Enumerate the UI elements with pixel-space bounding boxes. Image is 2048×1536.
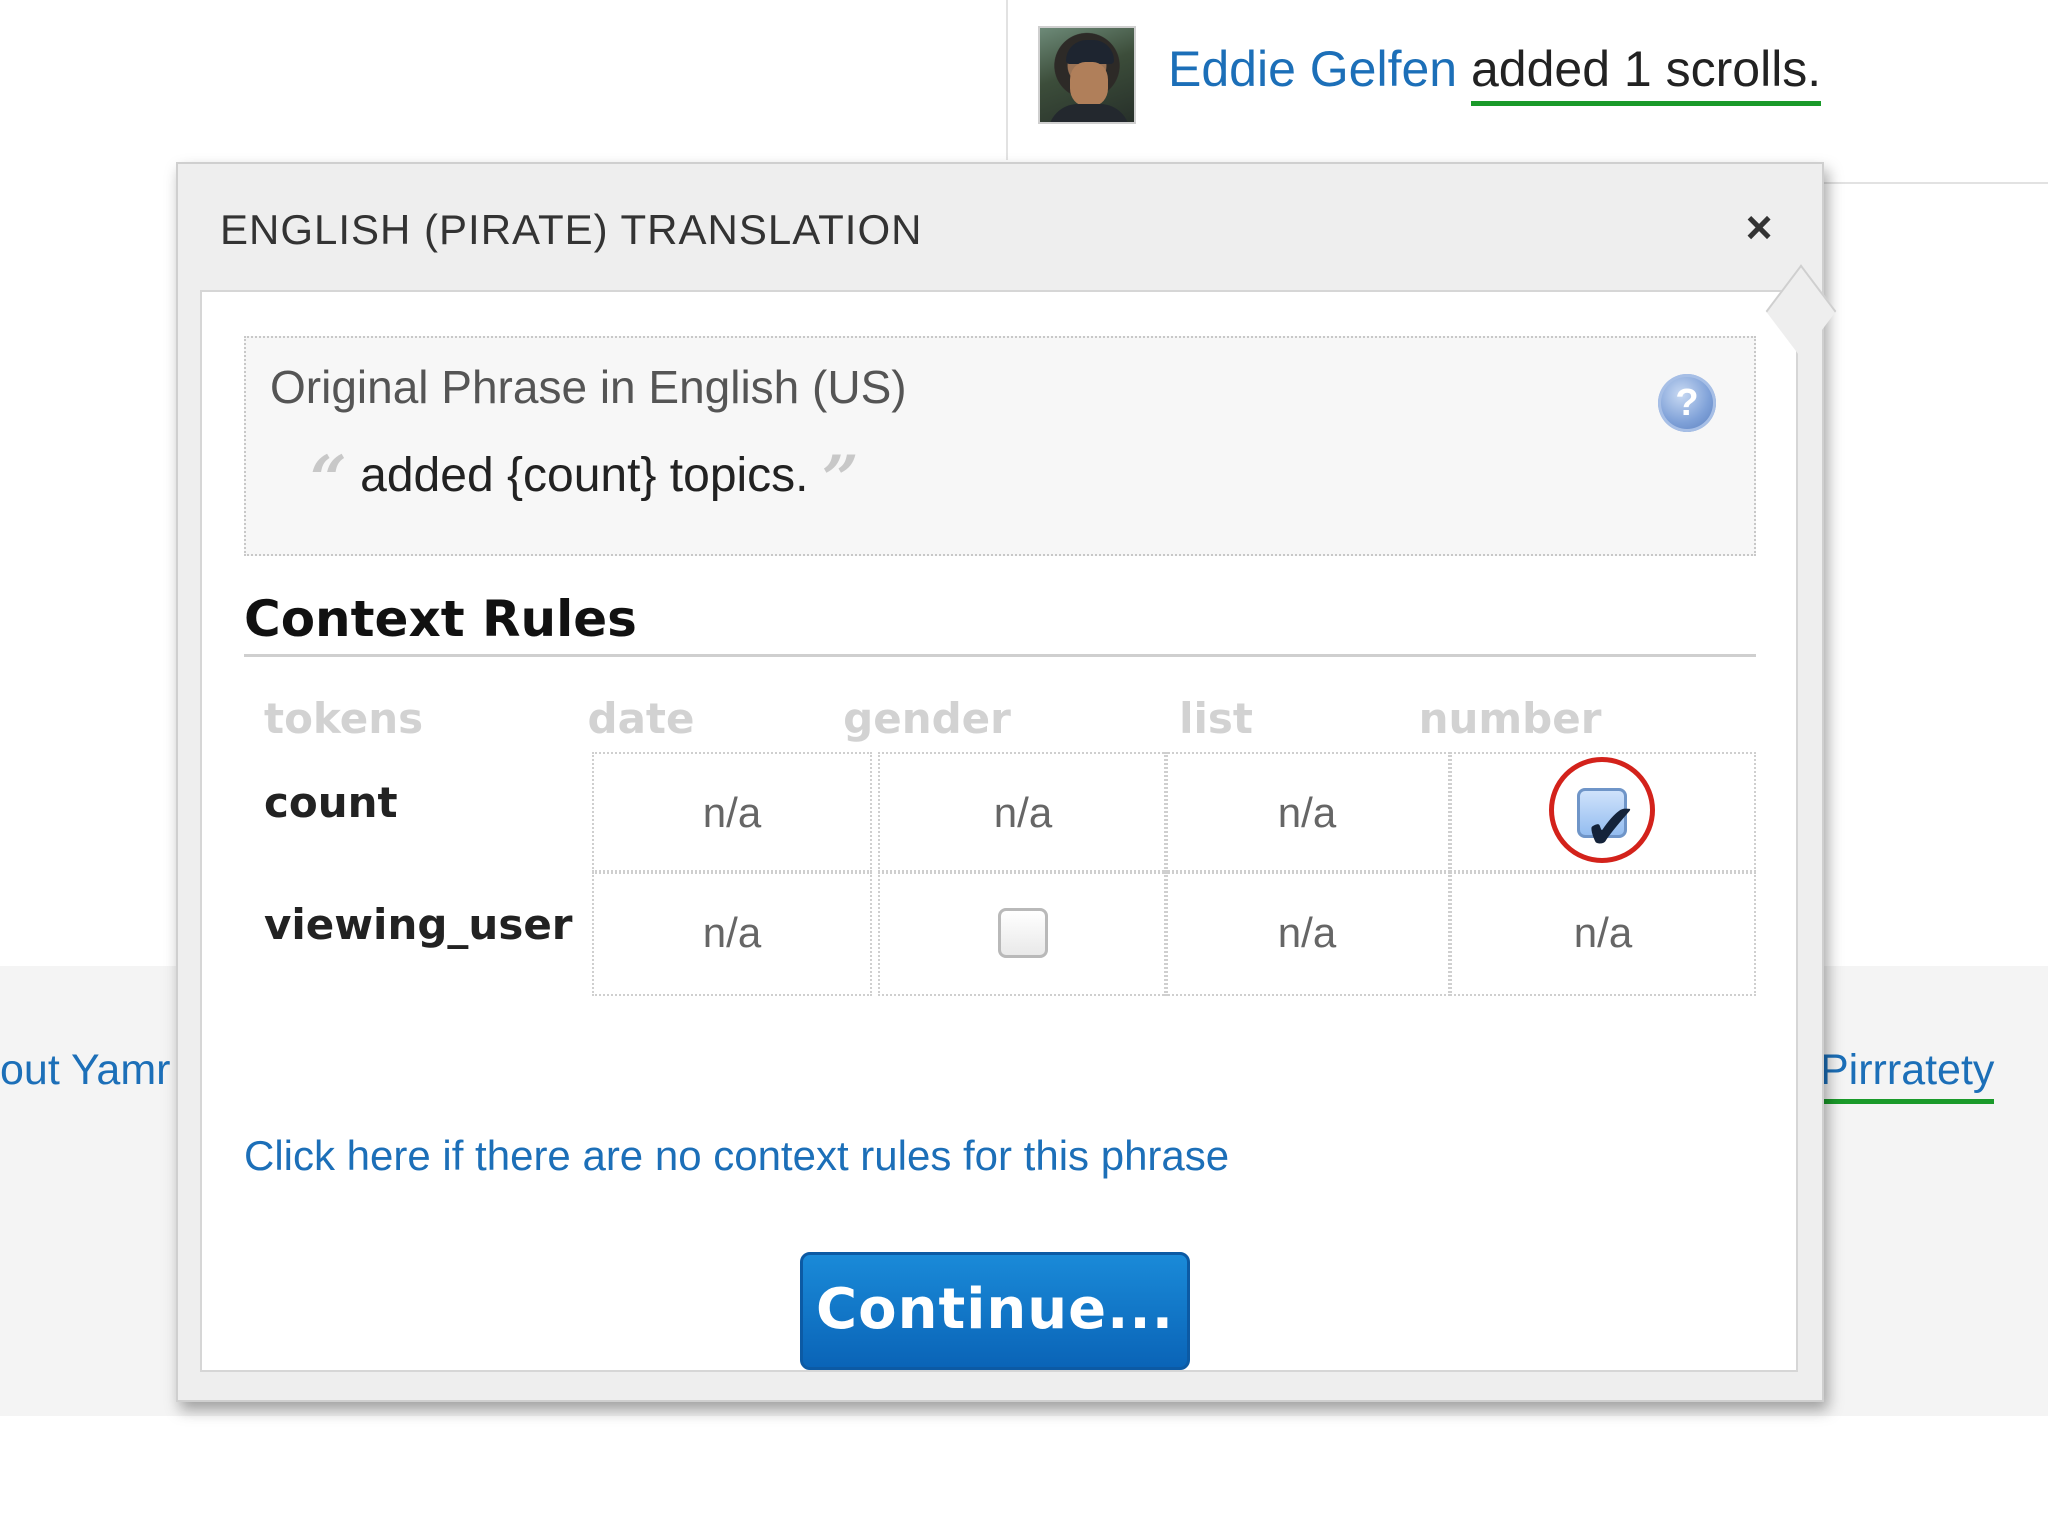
column-header-date: date (587, 694, 695, 743)
open-quote-icon: “ (310, 442, 347, 517)
column-header-tokens: tokens (264, 694, 424, 743)
checkmark-icon: ✔ (1584, 791, 1638, 865)
phrase-heading: Original Phrase in English (US) (270, 361, 907, 413)
cell-viewing-user-date: n/a (592, 872, 872, 996)
gender-rule-checkbox[interactable] (998, 908, 1048, 958)
column-header-number: number (1418, 694, 1602, 743)
avatar[interactable] (1038, 26, 1136, 124)
context-rules-heading: Context Rules (244, 590, 1756, 657)
cell-viewing-user-list: n/a (1164, 872, 1450, 996)
number-rule-checkbox[interactable]: ✔ (1577, 788, 1638, 865)
feed-divider (1006, 0, 1008, 160)
popover-content: Original Phrase in English (US) “ added … (200, 290, 1798, 1372)
original-phrase-box: Original Phrase in English (US) “ added … (244, 336, 1756, 556)
cell-viewing-user-gender (878, 872, 1168, 996)
feed-activity: Eddie Gelfen added 1 scrolls. (1168, 40, 1822, 106)
cell-viewing-user-number: n/a (1450, 872, 1756, 996)
close-quote-icon: ” (821, 442, 859, 517)
cell-count-number: ✔ (1450, 752, 1756, 872)
background-link-right[interactable]: Pirrratety (1820, 1046, 1995, 1104)
help-icon[interactable]: ? (1658, 374, 1716, 432)
column-header-gender: gender (843, 694, 1011, 743)
feed-action-link[interactable]: added 1 scrolls. (1471, 41, 1822, 106)
token-viewing-user: viewing_user (264, 900, 573, 949)
cell-count-gender: n/a (878, 752, 1168, 872)
close-icon[interactable]: × (1734, 202, 1784, 252)
background-link-left[interactable]: out Yamr (0, 1046, 175, 1095)
original-phrase: “ added {count} topics. ” (310, 442, 859, 517)
cell-count-date: n/a (592, 752, 872, 872)
token-count: count (264, 778, 398, 827)
continue-button[interactable]: Continue... (800, 1252, 1190, 1370)
cell-count-list: n/a (1164, 752, 1450, 872)
no-context-rules-link[interactable]: Click here if there are no context rules… (244, 1132, 1229, 1180)
translation-popover: ENGLISH (PIRATE) TRANSLATION × Original … (176, 162, 1837, 1402)
popover-title: ENGLISH (PIRATE) TRANSLATION (220, 206, 923, 253)
feed-user-link[interactable]: Eddie Gelfen (1168, 41, 1457, 97)
column-header-list: list (1179, 694, 1253, 743)
phrase-text: added {count} topics. (360, 449, 809, 502)
